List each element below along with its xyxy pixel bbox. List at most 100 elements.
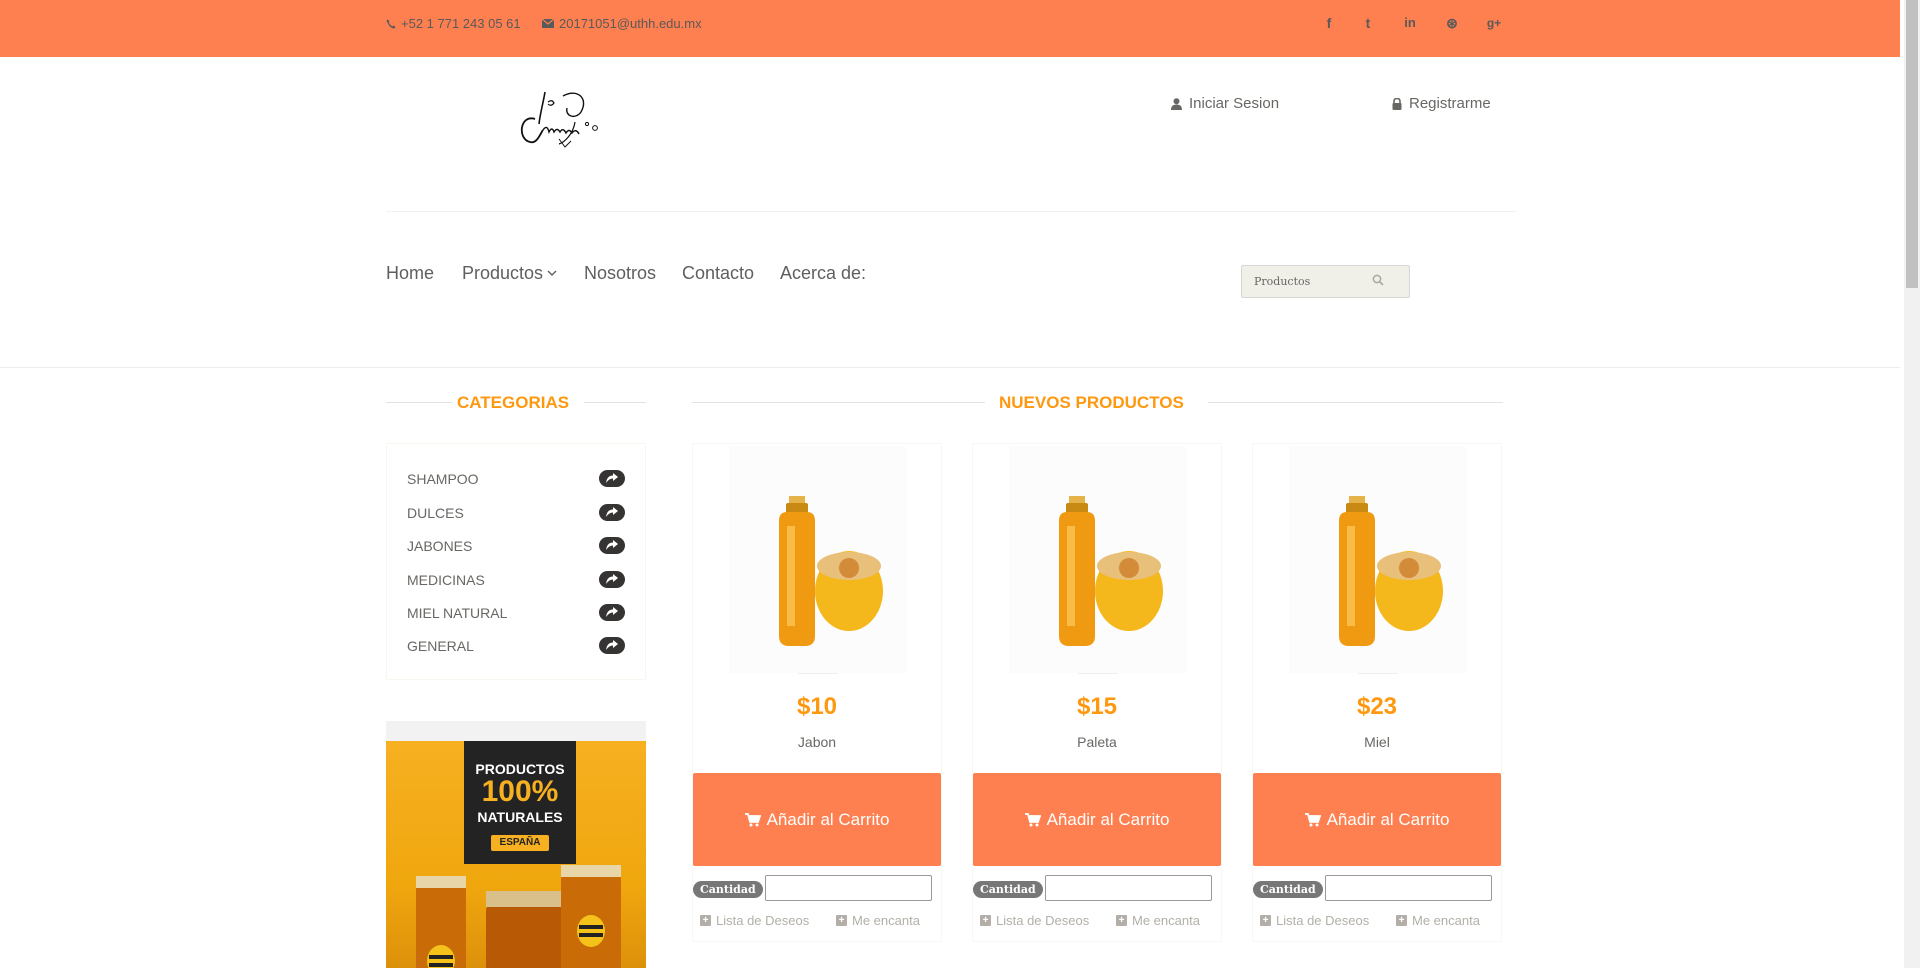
wishlist-link[interactable]: + Lista de Deseos: [1260, 913, 1369, 928]
add-to-cart-button[interactable]: Añadir al Carrito: [693, 773, 941, 866]
product-price: $10: [796, 693, 838, 720]
love-label: Me encanta: [852, 913, 920, 928]
quantity-input[interactable]: [765, 875, 932, 901]
title-line: [692, 402, 985, 403]
google-plus-icon[interactable]: g+: [1483, 14, 1505, 32]
add-to-cart-button[interactable]: Añadir al Carrito: [973, 773, 1221, 866]
share-icon[interactable]: [599, 637, 625, 654]
quantity-label: Cantidad: [973, 881, 1043, 898]
phone-contact[interactable]: +52 1 771 243 05 61: [386, 16, 521, 31]
linkedin-icon[interactable]: in: [1399, 14, 1421, 32]
wishlist-link[interactable]: + Lista de Deseos: [700, 913, 809, 928]
title-line: [386, 402, 452, 403]
title-line: [1208, 402, 1503, 403]
quantity-label: Cantidad: [693, 881, 763, 898]
twitter-icon[interactable]: t: [1357, 14, 1379, 32]
register-label: Registrarme: [1409, 95, 1491, 112]
add-to-cart-button[interactable]: Añadir al Carrito: [1253, 773, 1501, 866]
banner-line2: 100%: [481, 775, 559, 808]
category-general[interactable]: GENERAL: [407, 638, 474, 654]
product-name[interactable]: Jabon: [693, 734, 941, 750]
category-shampoo[interactable]: SHAMPOO: [407, 471, 479, 487]
nav-products[interactable]: Productos: [462, 263, 557, 284]
quantity-input[interactable]: [1325, 875, 1492, 901]
categories-list: SHAMPOO DULCES JABONES MEDICINAS MIEL NA…: [386, 443, 646, 680]
plus-square-icon: +: [700, 915, 711, 926]
love-link[interactable]: + Me encanta: [1116, 913, 1200, 928]
category-jabones[interactable]: JABONES: [407, 538, 472, 554]
register-link[interactable]: Registrarme: [1392, 95, 1491, 112]
nav-about-us[interactable]: Nosotros: [584, 263, 656, 284]
card-divider: [1358, 673, 1398, 674]
plus-square-icon: +: [1396, 915, 1407, 926]
card-divider: [1078, 673, 1118, 674]
cart-icon: [1304, 812, 1321, 826]
category-medicinas[interactable]: MEDICINAS: [407, 572, 485, 588]
category-dulces[interactable]: DULCES: [407, 505, 464, 521]
wishlist-link[interactable]: + Lista de Deseos: [980, 913, 1089, 928]
nav-divider: [0, 367, 1900, 368]
quantity-label: Cantidad: [1253, 881, 1323, 898]
nav-home[interactable]: Home: [386, 263, 434, 284]
product-card: $10 Jabon Añadir al Carrito Cantidad + L…: [692, 443, 942, 942]
category-miel-natural[interactable]: MIEL NATURAL: [407, 605, 507, 621]
honey-jars-illustration: [416, 865, 621, 968]
top-bar: +52 1 771 243 05 61 20171051@uthh.edu.mx…: [0, 0, 1900, 57]
cart-icon: [744, 812, 761, 826]
plus-square-icon: +: [1116, 915, 1127, 926]
add-to-cart-label: Añadir al Carrito: [1326, 809, 1450, 829]
logo[interactable]: [515, 84, 610, 154]
search-placeholder: Productos: [1254, 275, 1311, 288]
wishlist-label: Lista de Deseos: [716, 913, 810, 928]
banner-label-box: PRODUCTOS 100% NATURALES ESPAÑA: [464, 741, 576, 864]
nav-contact[interactable]: Contacto: [682, 263, 754, 284]
product-bottle-illustration: [1339, 496, 1443, 646]
add-to-cart-label: Añadir al Carrito: [766, 809, 890, 829]
product-image[interactable]: [729, 446, 906, 673]
product-image[interactable]: [1009, 446, 1186, 673]
banner-image: PRODUCTOS 100% NATURALES ESPAÑA: [386, 741, 646, 968]
add-to-cart-label: Añadir al Carrito: [1046, 809, 1170, 829]
new-products-title: NUEVOS PRODUCTOS: [999, 393, 1184, 412]
product-name[interactable]: Paleta: [973, 734, 1221, 750]
email-contact[interactable]: 20171051@uthh.edu.mx: [542, 16, 702, 31]
love-label: Me encanta: [1132, 913, 1200, 928]
dribbble-icon[interactable]: ⊛: [1441, 14, 1463, 32]
scrollbar-thumb[interactable]: [1906, 0, 1918, 288]
title-line: [584, 402, 646, 403]
login-link[interactable]: Iniciar Sesion: [1171, 95, 1279, 112]
wishlist-label: Lista de Deseos: [996, 913, 1090, 928]
banner-badge: ESPAÑA: [491, 835, 549, 851]
lock-icon: [1392, 97, 1402, 110]
login-label: Iniciar Sesion: [1189, 95, 1280, 112]
share-icon[interactable]: [599, 504, 625, 521]
product-name[interactable]: Miel: [1253, 734, 1501, 750]
plus-square-icon: +: [836, 915, 847, 926]
search-icon[interactable]: [1372, 274, 1384, 286]
product-image[interactable]: [1289, 446, 1466, 673]
header-divider: [386, 211, 1516, 212]
chevron-down-icon: [547, 270, 557, 276]
search-input[interactable]: Productos: [1241, 265, 1410, 298]
nav-about[interactable]: Acerca de:: [780, 263, 866, 284]
love-link[interactable]: + Me encanta: [836, 913, 920, 928]
phone-text: +52 1 771 243 05 61: [401, 16, 521, 31]
product-card: $15 Paleta Añadir al Carrito Cantidad + …: [972, 443, 1222, 942]
nav-products-label: Productos: [462, 263, 544, 283]
share-icon[interactable]: [599, 571, 625, 588]
user-icon: [1171, 97, 1182, 110]
share-icon[interactable]: [599, 537, 625, 554]
love-label: Me encanta: [1412, 913, 1480, 928]
product-bottle-illustration: [1059, 496, 1163, 646]
facebook-icon[interactable]: f: [1318, 14, 1340, 32]
share-icon[interactable]: [599, 470, 625, 487]
promo-banner[interactable]: PRODUCTOS 100% NATURALES ESPAÑA: [386, 721, 646, 968]
phone-icon: [386, 19, 396, 28]
love-link[interactable]: + Me encanta: [1396, 913, 1480, 928]
share-icon[interactable]: [599, 604, 625, 621]
plus-square-icon: +: [1260, 915, 1271, 926]
email-text: 20171051@uthh.edu.mx: [559, 16, 702, 31]
plus-square-icon: +: [980, 915, 991, 926]
page: +52 1 771 243 05 61 20171051@uthh.edu.mx…: [0, 0, 1900, 968]
quantity-input[interactable]: [1045, 875, 1212, 901]
